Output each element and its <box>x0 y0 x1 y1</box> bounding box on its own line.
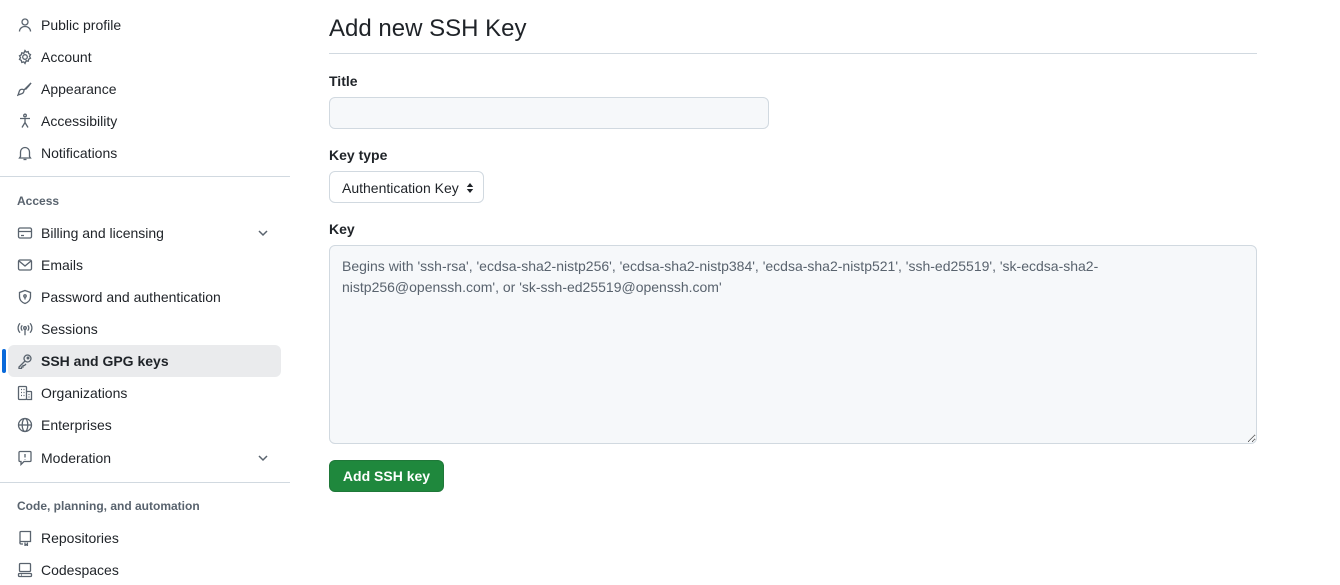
sidebar-divider <box>0 482 290 483</box>
paintbrush-icon <box>17 81 33 97</box>
key-label: Key <box>329 221 355 237</box>
key-icon <box>17 353 33 369</box>
sidebar-item-moderation[interactable]: Moderation <box>8 442 281 474</box>
report-icon <box>17 450 33 466</box>
sidebar-item-account[interactable]: Account <box>8 41 281 73</box>
title-label: Title <box>329 73 358 89</box>
active-indicator <box>2 349 6 373</box>
accessibility-icon <box>17 113 33 129</box>
sidebar-item-repositories[interactable]: Repositories <box>8 522 281 554</box>
title-divider <box>329 53 1257 54</box>
credit-card-icon <box>17 225 33 241</box>
codespaces-icon <box>17 562 33 578</box>
sidebar-item-label: Emails <box>41 257 84 273</box>
broadcast-icon <box>17 321 33 337</box>
sidebar-item-label: Accessibility <box>41 113 118 129</box>
key-type-select[interactable]: Authentication Key <box>329 171 484 203</box>
sidebar-item-label: Billing and licensing <box>41 225 164 241</box>
sidebar-item-label: Moderation <box>41 450 112 466</box>
organization-icon <box>17 385 33 401</box>
sidebar-divider <box>0 176 290 177</box>
mail-icon <box>17 257 33 273</box>
key-textarea[interactable] <box>329 245 1257 444</box>
globe-icon <box>17 417 33 433</box>
sidebar-item-notifications[interactable]: Notifications <box>8 137 281 169</box>
sidebar-item-label: Appearance <box>41 81 117 97</box>
person-icon <box>17 17 33 33</box>
sidebar-item-label: Repositories <box>41 530 119 546</box>
sidebar-item-public-profile[interactable]: Public profile <box>8 9 281 41</box>
gear-icon <box>17 49 33 65</box>
sidebar-item-label: Organizations <box>41 385 128 401</box>
sidebar-item-label: Codespaces <box>41 562 119 578</box>
sidebar-item-label: Sessions <box>41 321 98 337</box>
settings-sidebar: Public profile Account Appearance Access… <box>0 0 290 585</box>
repo-icon <box>17 530 33 546</box>
shield-lock-icon <box>17 289 33 305</box>
title-input[interactable] <box>329 97 769 129</box>
sidebar-item-label: Enterprises <box>41 417 112 433</box>
key-type-selected-value: Authentication Key <box>342 180 459 196</box>
sidebar-item-emails[interactable]: Emails <box>8 249 281 281</box>
sidebar-item-appearance[interactable]: Appearance <box>8 73 281 105</box>
bell-icon <box>17 145 33 161</box>
sidebar-item-organizations[interactable]: Organizations <box>8 377 281 409</box>
sidebar-item-ssh-gpg-keys[interactable]: SSH and GPG keys <box>8 345 281 377</box>
add-ssh-key-button[interactable]: Add SSH key <box>329 460 444 492</box>
sidebar-item-password-authentication[interactable]: Password and authentication <box>8 281 281 313</box>
sidebar-item-label: Account <box>41 49 92 65</box>
sidebar-item-label: Password and authentication <box>41 289 221 305</box>
key-type-label: Key type <box>329 147 388 163</box>
chevron-down-icon[interactable] <box>255 450 271 466</box>
sidebar-item-label: SSH and GPG keys <box>41 353 169 369</box>
sidebar-item-label: Notifications <box>41 145 118 161</box>
sidebar-item-codespaces[interactable]: Codespaces <box>8 554 281 585</box>
section-heading-code-planning: Code, planning, and automation <box>17 499 200 513</box>
sidebar-item-billing[interactable]: Billing and licensing <box>8 217 281 249</box>
sidebar-item-enterprises[interactable]: Enterprises <box>8 409 281 441</box>
sidebar-item-sessions[interactable]: Sessions <box>8 313 281 345</box>
sidebar-item-label: Public profile <box>41 17 122 33</box>
section-heading-access: Access <box>17 194 60 208</box>
chevron-down-icon[interactable] <box>255 225 271 241</box>
sidebar-item-accessibility[interactable]: Accessibility <box>8 105 281 137</box>
page-title: Add new SSH Key <box>329 15 527 42</box>
select-arrows-icon <box>465 180 475 196</box>
